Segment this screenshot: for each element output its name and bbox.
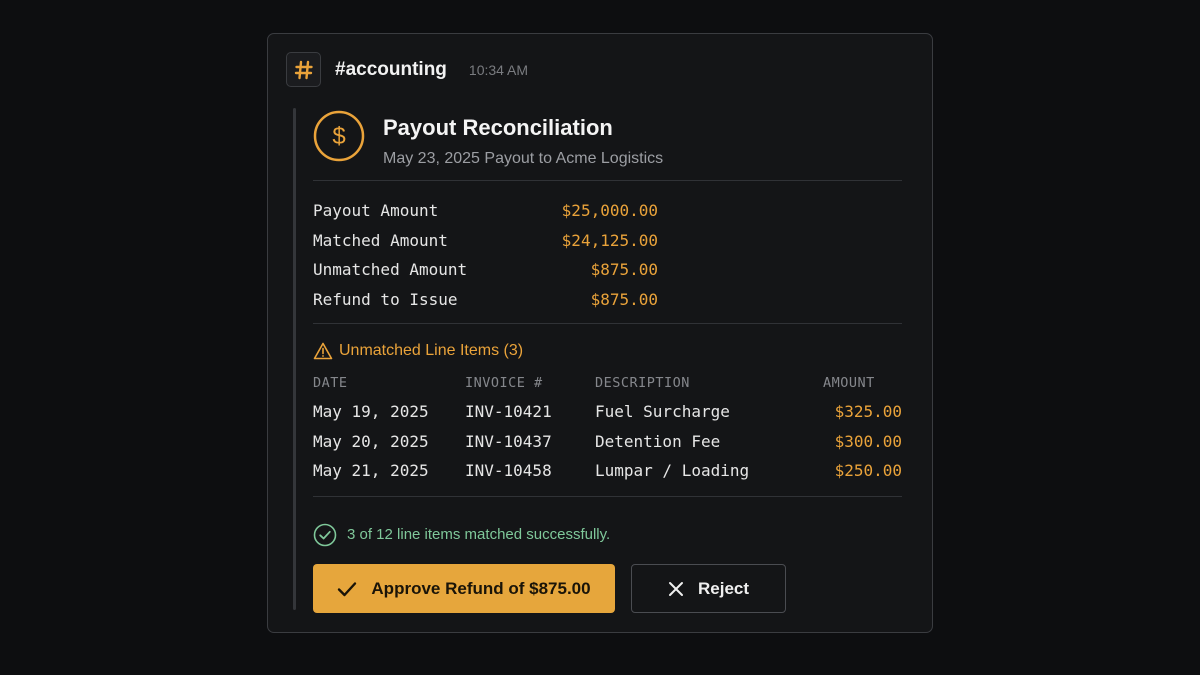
approve-refund-button[interactable]: Approve Refund of $875.00 [313, 564, 615, 613]
summary-row: Payout Amount $25,000.00 [313, 196, 902, 226]
unmatched-title: Unmatched Line Items (3) [339, 342, 524, 359]
cell-amount: $325.00 [834, 402, 902, 422]
dollar-icon: $ [313, 110, 365, 162]
action-buttons: Approve Refund of $875.00 Reject [313, 564, 902, 613]
summary-value: $25,000.00 [561, 201, 658, 221]
status-text: 3 of 12 line items matched successfully. [347, 526, 611, 543]
table-row: May 20, 2025 INV-10437 Detention Fee $30… [313, 427, 902, 457]
approve-label: Approve Refund of $875.00 [371, 578, 591, 598]
summary-label: Matched Amount [313, 230, 448, 250]
summary-value: $875.00 [590, 289, 658, 309]
message-card: #accounting 10:34 AM $ Payout Reconcilia… [267, 33, 933, 633]
warning-icon [313, 342, 333, 360]
reject-button[interactable]: Reject [631, 564, 786, 613]
summary-label: Unmatched Amount [313, 260, 468, 280]
column-header-invoice: INVOICE # [465, 375, 543, 391]
summary-label: Payout Amount [313, 201, 439, 221]
table-header: DATE INVOICE # DESCRIPTION AMOUNT [313, 369, 902, 397]
message-content: $ Payout Reconciliation May 23, 2025 Pay… [313, 108, 902, 613]
check-circle-icon [313, 523, 337, 546]
card-subtitle: May 23, 2025 Payout to Acme Logistics [383, 150, 664, 167]
message-timestamp: 10:34 AM [468, 61, 529, 78]
column-header-description: DESCRIPTION [595, 375, 690, 391]
table-row: May 21, 2025 INV-10458 Lumpar / Loading … [313, 456, 902, 486]
unmatched-heading: Unmatched Line Items (3) [313, 339, 902, 363]
summary-row: Refund to Issue $875.00 [313, 285, 902, 315]
cell-description: Detention Fee [595, 431, 721, 451]
summary-label: Refund to Issue [313, 289, 458, 309]
cell-invoice: INV-10437 [465, 431, 552, 451]
message-accent-bar [293, 108, 296, 610]
match-status: 3 of 12 line items matched successfully. [313, 497, 902, 555]
unmatched-section: Unmatched Line Items (3) DATE INVOICE # … [313, 324, 902, 496]
cell-invoice: INV-10421 [465, 402, 552, 422]
check-icon [338, 581, 357, 596]
column-header-amount: AMOUNT [823, 375, 875, 391]
card-title: Payout Reconciliation [383, 115, 613, 140]
close-icon [668, 581, 683, 596]
cell-date: May 21, 2025 [313, 461, 429, 481]
cell-description: Fuel Surcharge [595, 402, 730, 422]
channel-name[interactable]: #accounting [335, 59, 447, 81]
summary-row: Unmatched Amount $875.00 [313, 255, 902, 285]
unmatched-table: DATE INVOICE # DESCRIPTION AMOUNT May 19… [313, 369, 902, 486]
hash-icon [286, 52, 321, 87]
summary-value: $24,125.00 [561, 230, 658, 250]
cell-description: Lumpar / Loading [595, 461, 750, 481]
cell-amount: $250.00 [834, 461, 902, 481]
cell-amount: $300.00 [834, 431, 902, 451]
summary-list: Payout Amount $25,000.00 Matched Amount … [313, 181, 902, 323]
table-row: May 19, 2025 INV-10421 Fuel Surcharge $3… [313, 397, 902, 427]
message-header: #accounting 10:34 AM [286, 52, 528, 87]
cell-invoice: INV-10458 [465, 461, 552, 481]
svg-text:$: $ [332, 123, 345, 150]
summary-value: $875.00 [590, 260, 658, 280]
cell-date: May 19, 2025 [313, 402, 429, 422]
summary-row: Matched Amount $24,125.00 [313, 226, 902, 256]
cell-date: May 20, 2025 [313, 431, 429, 451]
column-header-date: DATE [313, 375, 348, 391]
reject-label: Reject [697, 578, 750, 598]
title-row: $ Payout Reconciliation May 23, 2025 Pay… [313, 108, 902, 180]
